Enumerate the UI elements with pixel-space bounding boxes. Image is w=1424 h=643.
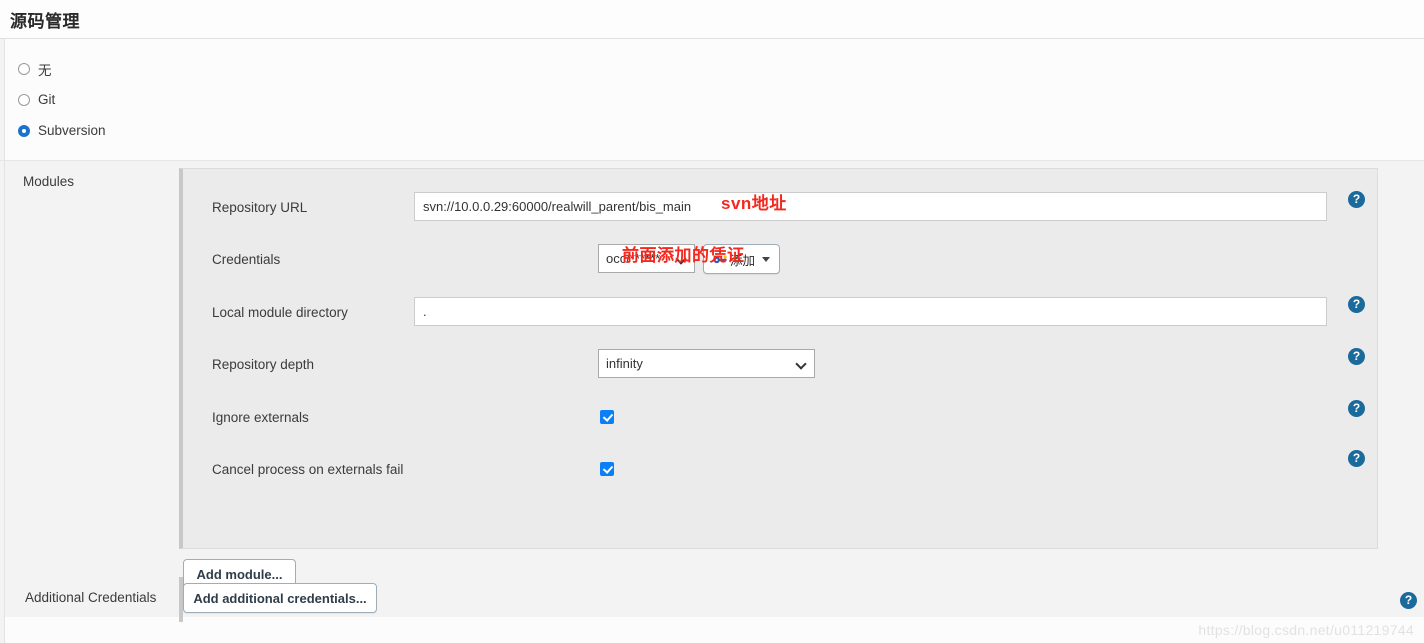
modules-label: Modules	[23, 174, 75, 189]
field-row-repository-depth: Repository depth infinity	[183, 344, 1377, 384]
help-icon-repository-depth[interactable]: ?	[1348, 348, 1365, 365]
help-icon-cancel-process[interactable]: ?	[1348, 450, 1365, 467]
ignore-externals-checkbox[interactable]	[600, 410, 614, 424]
field-row-credentials: Credentials occ/****** 添加	[183, 239, 1377, 279]
help-icon-additional-credentials[interactable]: ?	[1400, 592, 1417, 609]
additional-credentials-label: Additional Credentials	[25, 590, 157, 605]
cancel-process-label: Cancel process on externals fail	[212, 461, 404, 477]
repository-depth-label: Repository depth	[212, 356, 315, 372]
page-header: 源码管理	[0, 0, 1424, 39]
field-row-cancel-process-on-externals-fail: Cancel process on externals fail	[183, 449, 1377, 489]
repository-depth-select[interactable]: infinity	[598, 349, 815, 378]
chevron-down-icon	[797, 359, 807, 369]
scm-radio-group: 无 Git Subversion	[0, 39, 1424, 146]
cancel-process-checkbox[interactable]	[600, 462, 614, 476]
caret-down-icon	[762, 256, 771, 262]
credentials-label: Credentials	[212, 251, 281, 267]
ignore-externals-label: Ignore externals	[212, 409, 309, 425]
radio-option-git[interactable]: Git	[18, 84, 1424, 115]
additional-credentials-row: Additional Credentials Add additional cr…	[0, 577, 1424, 622]
section-left-rail	[0, 161, 5, 617]
help-icon-repository-url[interactable]: ?	[1348, 191, 1365, 208]
radio-subversion-label: Subversion	[38, 123, 106, 138]
scm-body: 无 Git Subversion ? Modules Repository UR…	[0, 39, 1424, 643]
field-row-local-module-directory: Local module directory	[183, 292, 1377, 332]
radio-option-subversion[interactable]: Subversion	[18, 115, 1424, 146]
svn-url-annotation: svn地址	[721, 194, 787, 213]
credentials-annotation: 前面添加的凭证	[622, 246, 745, 265]
module-panel: Repository URL Credentials occ/******	[179, 168, 1378, 549]
radio-subversion-icon[interactable]	[18, 124, 30, 137]
local-module-directory-input[interactable]	[414, 297, 1327, 326]
repository-depth-select-value: infinity	[606, 356, 643, 371]
modules-section: Modules Repository URL Credentials occ/*…	[0, 160, 1424, 622]
repository-url-label: Repository URL	[212, 199, 308, 215]
radio-option-none[interactable]: 无	[18, 53, 1424, 84]
radio-git-icon[interactable]	[18, 93, 30, 106]
radio-git-label: Git	[38, 92, 56, 107]
field-row-ignore-externals: Ignore externals	[183, 397, 1377, 437]
add-additional-credentials-button[interactable]: Add additional credentials...	[183, 583, 377, 613]
radio-none-label: 无	[38, 62, 52, 78]
watermark: https://blog.csdn.net/u011219744	[1198, 622, 1414, 638]
help-icon-local-module-directory[interactable]: ?	[1348, 296, 1365, 313]
repository-url-input[interactable]	[414, 192, 1327, 221]
help-icon-ignore-externals[interactable]: ?	[1348, 400, 1365, 417]
page-title: 源码管理	[10, 11, 80, 31]
local-module-directory-label: Local module directory	[212, 304, 348, 320]
radio-none-icon[interactable]	[18, 62, 30, 75]
